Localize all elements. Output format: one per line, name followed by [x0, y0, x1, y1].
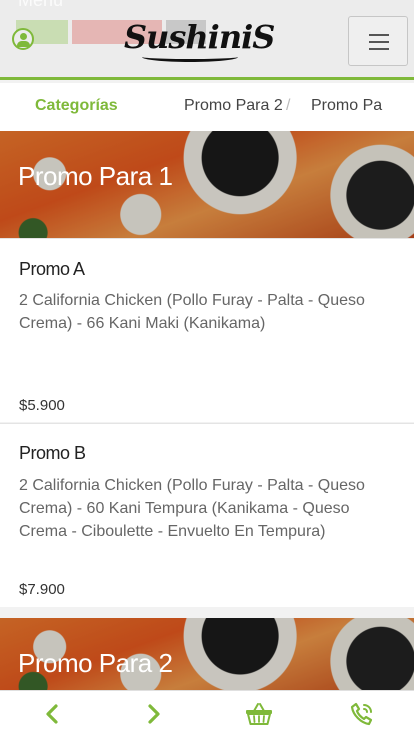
hamburger-icon	[369, 34, 389, 36]
tab-promo-para-3[interactable]: Promo Pa	[311, 97, 382, 115]
logo-swoosh	[142, 52, 238, 62]
section-title: Promo Para 2	[18, 648, 173, 678]
call-button[interactable]	[332, 691, 392, 736]
forward-button[interactable]	[124, 691, 184, 736]
app-header: Menú SushiniS	[0, 0, 414, 80]
product-description: 2 California Chicken (Pollo Furay - Palt…	[19, 477, 365, 540]
product-description: 2 California Chicken (Pollo Furay - Palt…	[19, 292, 365, 332]
product-name: Promo B	[19, 443, 86, 463]
product-name: Promo A	[19, 259, 85, 279]
section-title: Promo Para 1	[18, 161, 173, 191]
basket-icon	[246, 703, 272, 725]
brand-logo[interactable]: SushiniS	[124, 16, 275, 66]
category-tabs: Categorías Promo Para 2 / Promo Pa	[0, 83, 414, 131]
cart-button[interactable]	[229, 691, 289, 736]
section-banner-promo-para-2: Promo Para 2	[0, 618, 414, 690]
product-card[interactable]: Promo A 2 California Chicken (Pollo Fura…	[0, 238, 414, 422]
header-background-text: Menú	[18, 0, 64, 10]
bottom-navigation	[0, 690, 414, 736]
product-price: $7.900	[19, 581, 65, 598]
tab-promo-para-2[interactable]: Promo Para 2	[184, 97, 283, 115]
chevron-right-icon	[148, 704, 160, 724]
chevron-left-icon	[46, 704, 58, 724]
tab-categorias[interactable]: Categorías	[35, 97, 118, 115]
product-price: $5.900	[19, 397, 65, 414]
logo-text: SushiniS	[124, 18, 275, 56]
phone-icon	[350, 702, 373, 726]
user-circle-icon[interactable]	[12, 28, 34, 50]
tab-separator: /	[286, 97, 291, 114]
product-card[interactable]: Promo B 2 California Chicken (Pollo Fura…	[0, 423, 414, 607]
menu-toggle-button[interactable]	[348, 16, 408, 66]
back-button[interactable]	[22, 691, 82, 736]
section-banner-promo-para-1: Promo Para 1	[0, 131, 414, 238]
